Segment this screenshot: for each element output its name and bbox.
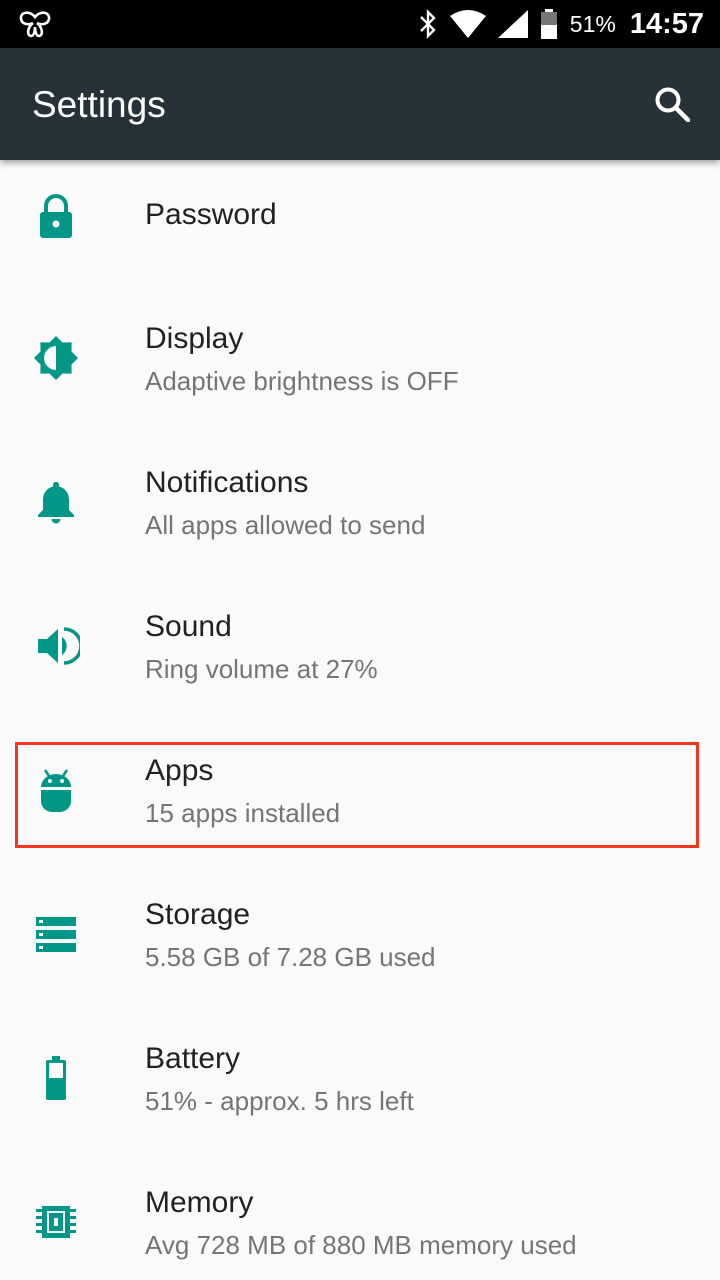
battery-percent: 51% <box>569 10 616 37</box>
status-bar: 51% 14:57 <box>0 0 720 48</box>
lock-icon <box>40 194 72 238</box>
settings-item-battery[interactable]: Battery 51% - approx. 5 hrs left <box>0 1024 720 1144</box>
settings-item-title: Password <box>145 198 277 231</box>
settings-item-title: Sound <box>145 610 232 643</box>
settings-item-apps[interactable]: Apps 15 apps installed <box>0 736 720 856</box>
signal-icon <box>497 10 528 38</box>
butterfly-icon <box>19 11 51 38</box>
settings-item-notifications[interactable]: Notifications All apps allowed to send <box>0 448 720 568</box>
settings-item-subtitle: Avg 728 MB of 880 MB memory used <box>145 1230 577 1260</box>
battery-icon <box>540 9 557 39</box>
settings-item-subtitle: 51% - approx. 5 hrs left <box>145 1086 414 1116</box>
settings-item-sound[interactable]: Sound Ring volume at 27% <box>0 592 720 712</box>
android-icon <box>41 769 71 812</box>
settings-item-subtitle: Adaptive brightness is OFF <box>145 366 459 396</box>
settings-item-subtitle: Ring volume at 27% <box>145 654 378 684</box>
wifi-icon <box>449 10 486 38</box>
brightness-icon <box>34 336 78 380</box>
settings-item-password[interactable]: Password <box>0 160 720 270</box>
page-title: Settings <box>32 84 166 125</box>
search-icon[interactable] <box>654 86 690 122</box>
settings-item-subtitle: All apps allowed to send <box>145 510 426 540</box>
battery-icon <box>46 1056 66 1100</box>
settings-item-title: Battery <box>145 1042 241 1075</box>
settings-item-title: Notifications <box>145 466 309 499</box>
bluetooth-icon <box>419 9 436 39</box>
settings-item-title: Display <box>145 322 244 355</box>
settings-item-title: Memory <box>145 1186 254 1219</box>
bell-icon <box>38 482 74 524</box>
settings-item-title: Apps <box>145 754 214 787</box>
settings-item-memory[interactable]: Memory Avg 728 MB of 880 MB memory used <box>0 1168 720 1280</box>
settings-item-title: Storage <box>145 898 251 931</box>
clock: 14:57 <box>629 7 704 40</box>
settings-item-storage[interactable]: Storage 5.58 GB of 7.28 GB used <box>0 880 720 1000</box>
settings-item-subtitle: 15 apps installed <box>145 798 341 828</box>
volume-icon <box>38 627 80 665</box>
settings-item-subtitle: 5.58 GB of 7.28 GB used <box>145 942 436 972</box>
app-bar: Settings <box>0 48 720 160</box>
storage-icon <box>36 917 76 952</box>
memory-chip-icon <box>36 1206 76 1238</box>
settings-item-display[interactable]: Display Adaptive brightness is OFF <box>0 304 720 424</box>
